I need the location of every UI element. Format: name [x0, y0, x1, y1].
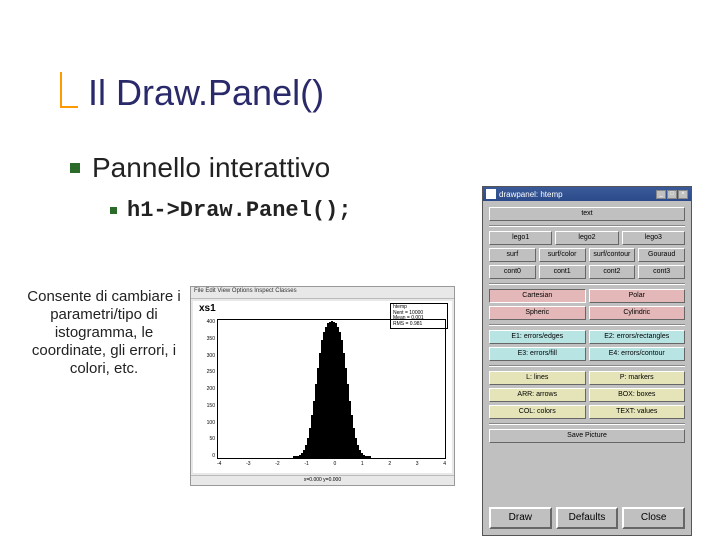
opt-e4-button[interactable]: E4: errors/contour — [589, 347, 686, 361]
opt-cont1-button[interactable]: cont1 — [539, 265, 586, 279]
histogram-bin — [369, 456, 371, 458]
opt-cylindric-button[interactable]: Cylindric — [589, 306, 686, 320]
title-accent — [60, 72, 78, 108]
divider — [489, 324, 685, 326]
app-icon — [486, 189, 496, 199]
opt-polar-button[interactable]: Polar — [589, 289, 686, 303]
y-ticks: 0 50 100 150 200 250 300 350 400 — [195, 319, 215, 459]
x-tick: -2 — [275, 461, 279, 471]
y-tick: 100 — [195, 420, 215, 426]
opt-lego3-button[interactable]: lego3 — [622, 231, 685, 245]
close-icon[interactable]: × — [678, 190, 688, 199]
opt-lines-button[interactable]: L: lines — [489, 371, 586, 385]
y-tick: 200 — [195, 386, 215, 392]
opt-arrows-button[interactable]: ARR: arrows — [489, 388, 586, 402]
window-title: drawpanel: htemp — [499, 190, 563, 199]
opt-text-button[interactable]: text — [489, 207, 685, 221]
opt-gouraud-button[interactable]: Gouraud — [638, 248, 685, 262]
description-text: Consente di cambiare i parametri/tipo di… — [24, 288, 184, 378]
opt-spheric-button[interactable]: Spheric — [489, 306, 586, 320]
opt-surf-button[interactable]: surf — [489, 248, 536, 262]
drawpanel-window[interactable]: drawpanel: htemp _ □ × text lego1 lego2 … — [482, 186, 692, 536]
bullet-level-2: h1->Draw.Panel(); — [110, 198, 351, 223]
canvas-area[interactable]: xs1 htemp Nent = 10000 Mean = 0.001 RMS … — [193, 301, 452, 473]
panel-bottom-buttons: Draw Defaults Close — [489, 507, 685, 529]
x-tick: 4 — [443, 461, 446, 471]
y-tick: 0 — [195, 453, 215, 459]
opt-cont3-button[interactable]: cont3 — [638, 265, 685, 279]
y-tick: 300 — [195, 353, 215, 359]
plot-title: xs1 — [199, 303, 216, 314]
save-picture-button[interactable]: Save Picture — [489, 429, 685, 443]
y-tick: 250 — [195, 369, 215, 375]
minimize-icon[interactable]: _ — [656, 190, 666, 199]
bullet-1-text: Pannello interattivo — [92, 152, 330, 184]
opt-cont0-button[interactable]: cont0 — [489, 265, 536, 279]
y-tick: 350 — [195, 336, 215, 342]
opt-colors-button[interactable]: COL: colors — [489, 405, 586, 419]
bullet-square-icon — [110, 207, 117, 214]
x-tick: -4 — [217, 461, 221, 471]
close-button[interactable]: Close — [622, 507, 685, 529]
defaults-button[interactable]: Defaults — [556, 507, 619, 529]
opt-boxes-button[interactable]: BOX: boxes — [589, 388, 686, 402]
opt-lego2-button[interactable]: lego2 — [555, 231, 618, 245]
x-tick: 2 — [388, 461, 391, 471]
canvas-statusbar: x=0.000 y=0.000 — [191, 475, 454, 485]
x-tick: -3 — [246, 461, 250, 471]
opt-text-values-button[interactable]: TEXT: values — [589, 405, 686, 419]
canvas-menubar[interactable]: File Edit View Options Inspect Classes — [191, 287, 454, 299]
draw-button[interactable]: Draw — [489, 507, 552, 529]
bullet-level-1: Pannello interattivo — [70, 152, 330, 184]
divider — [489, 225, 685, 227]
y-tick: 150 — [195, 403, 215, 409]
page-title: Il Draw.Panel() — [88, 72, 324, 114]
opt-e3-button[interactable]: E3: errors/fill — [489, 347, 586, 361]
opt-cartesian-button[interactable]: Cartesian — [489, 289, 586, 303]
divider — [489, 423, 685, 425]
x-ticks: -4 -3 -2 -1 0 1 2 3 4 — [217, 461, 446, 471]
plot-frame — [217, 319, 446, 459]
root-canvas-window[interactable]: File Edit View Options Inspect Classes x… — [190, 286, 455, 486]
opt-e2-button[interactable]: E2: errors/rectangles — [589, 330, 686, 344]
histogram-bars — [218, 320, 445, 458]
panel-body: text lego1 lego2 lego3 surf surf/color s… — [483, 201, 691, 450]
maximize-icon[interactable]: □ — [667, 190, 677, 199]
bullet-square-icon — [70, 163, 80, 173]
x-tick: 3 — [416, 461, 419, 471]
opt-cont2-button[interactable]: cont2 — [589, 265, 636, 279]
y-tick: 400 — [195, 319, 215, 325]
code-text: h1->Draw.Panel(); — [127, 198, 351, 223]
opt-lego1-button[interactable]: lego1 — [489, 231, 552, 245]
x-tick: 0 — [333, 461, 336, 471]
opt-markers-button[interactable]: P: markers — [589, 371, 686, 385]
x-tick: 1 — [361, 461, 364, 471]
opt-surfcolor-button[interactable]: surf/color — [539, 248, 586, 262]
divider — [489, 283, 685, 285]
x-tick: -1 — [304, 461, 308, 471]
window-titlebar[interactable]: drawpanel: htemp _ □ × — [483, 187, 691, 201]
divider — [489, 365, 685, 367]
opt-e1-button[interactable]: E1: errors/edges — [489, 330, 586, 344]
y-tick: 50 — [195, 436, 215, 442]
opt-surfcontour-button[interactable]: surf/contour — [589, 248, 636, 262]
